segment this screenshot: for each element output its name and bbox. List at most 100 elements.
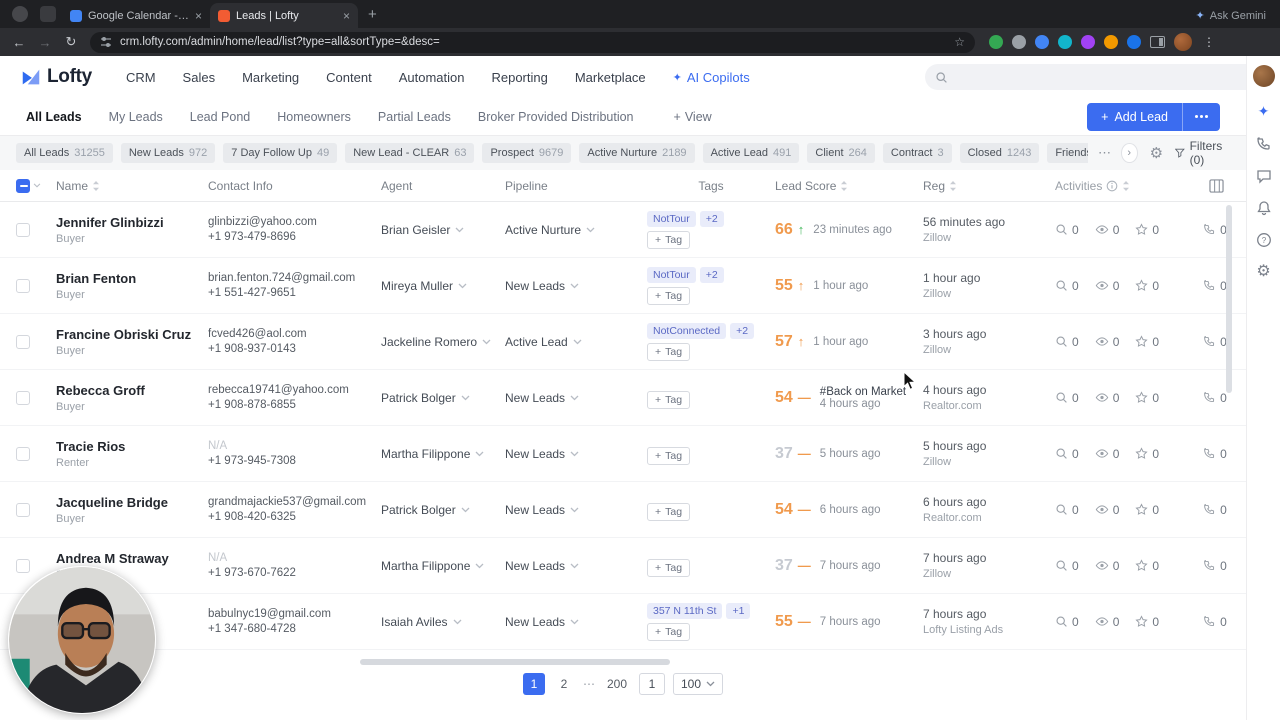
calls-counter[interactable]: 0 — [1203, 615, 1227, 629]
sort-icon[interactable] — [949, 180, 957, 192]
filter-chip[interactable]: New Lead - CLEAR 63 — [345, 143, 475, 163]
agent-select[interactable]: Patrick Bolger — [381, 391, 505, 405]
favorites-counter[interactable]: 0 — [1135, 615, 1159, 629]
tag-chip[interactable]: NotTour — [647, 266, 696, 283]
extension-icon[interactable] — [1012, 35, 1026, 49]
favorites-counter[interactable]: 0 — [1135, 223, 1159, 237]
ai-assistant-icon[interactable] — [1258, 103, 1270, 120]
add-view-button[interactable]: View — [674, 110, 712, 124]
favorites-counter[interactable]: 0 — [1135, 391, 1159, 405]
agent-select[interactable]: Patrick Bolger — [381, 503, 505, 517]
back-button[interactable]: ← — [8, 35, 30, 50]
filter-chip[interactable]: Prospect 9679 — [482, 143, 572, 163]
lead-email[interactable]: glinbizzi@yahoo.com — [208, 216, 381, 228]
table-row[interactable]: Jacqueline Bridge Buyer grandmajackie537… — [0, 482, 1246, 538]
column-header-contact[interactable]: Contact Info — [208, 179, 273, 193]
calls-counter[interactable]: 0 — [1203, 559, 1227, 573]
select-all-checkbox[interactable] — [16, 178, 30, 193]
filter-chip[interactable]: Active Nurture 2189 — [579, 143, 695, 163]
nav-item[interactable]: Reporting — [491, 70, 547, 85]
column-header-pipeline[interactable]: Pipeline — [505, 179, 548, 193]
column-header-name[interactable]: Name — [56, 179, 88, 193]
lead-email[interactable]: brian.fenton.724@gmail.com — [208, 272, 381, 284]
pipeline-select[interactable]: Active Nurture — [505, 223, 647, 237]
row-checkbox[interactable] — [16, 222, 30, 237]
page-ellipsis[interactable]: ⋯ — [583, 677, 595, 691]
calls-counter[interactable]: 0 — [1203, 279, 1227, 293]
lead-name[interactable]: Brian Fenton — [56, 271, 208, 286]
agent-select[interactable]: Brian Geisler — [381, 223, 505, 237]
views-counter[interactable]: 0 — [1095, 447, 1119, 461]
add-tag-button[interactable]: Tag — [647, 446, 691, 465]
browser-profile-avatar[interactable] — [1174, 33, 1192, 51]
help-icon[interactable]: ? — [1256, 232, 1272, 248]
extension-icon[interactable] — [1104, 35, 1118, 49]
pipeline-select[interactable]: New Leads — [505, 279, 647, 293]
chat-icon[interactable] — [1256, 168, 1272, 184]
filter-chip[interactable]: New Leads 972 — [120, 143, 216, 163]
sort-icon[interactable] — [92, 180, 100, 192]
agent-select[interactable]: Mireya Muller — [381, 279, 505, 293]
lead-name[interactable]: Jennifer Glinbizzi — [56, 215, 208, 230]
row-checkbox[interactable] — [16, 390, 30, 405]
table-row[interactable]: Andrea M Straway Renter N/A +1 973-670-7… — [0, 538, 1246, 594]
lead-email[interactable]: rebecca19741@yahoo.com — [208, 384, 381, 396]
pipeline-select[interactable]: New Leads — [505, 615, 647, 629]
lead-name[interactable]: Tracie Rios — [56, 439, 208, 454]
lead-phone[interactable]: +1 973-670-7622 — [208, 567, 381, 579]
table-row[interactable]: Tracie Rios Renter N/A +1 973-945-7308 M… — [0, 426, 1246, 482]
table-row[interactable]: babulnyc19@gmail.com +1 347-680-4728 Isa… — [0, 594, 1246, 650]
add-tag-button[interactable]: Tag — [647, 390, 691, 409]
lead-phone[interactable]: +1 973-945-7308 — [208, 455, 381, 467]
extension-icon[interactable] — [989, 35, 1003, 49]
page-button-last[interactable]: 200 — [603, 673, 631, 695]
add-tag-button[interactable]: Tag — [647, 230, 691, 249]
filter-chip[interactable]: Contract 3 — [882, 143, 952, 163]
close-tab-icon[interactable] — [195, 9, 202, 23]
view-tab[interactable]: Lead Pond — [190, 110, 250, 124]
filters-button[interactable]: Filters (0) — [1175, 139, 1230, 167]
page-button-2[interactable]: 2 — [553, 673, 575, 695]
add-tag-button[interactable]: Tag — [647, 502, 691, 521]
views-counter[interactable]: 0 — [1095, 559, 1119, 573]
vertical-scrollbar[interactable] — [1226, 205, 1232, 393]
pipeline-select[interactable]: New Leads — [505, 391, 647, 405]
searches-counter[interactable]: 0 — [1055, 503, 1079, 517]
filter-chip[interactable]: Client 264 — [807, 143, 875, 163]
tag-chip[interactable]: NotConnected — [647, 322, 727, 339]
calls-counter[interactable]: 0 — [1203, 447, 1227, 461]
nav-item[interactable]: CRM — [126, 70, 156, 85]
page-button-1[interactable]: 1 — [522, 673, 545, 695]
row-checkbox[interactable] — [16, 334, 30, 349]
nav-item-ai-copilots[interactable]: AI Copilots — [673, 70, 750, 85]
sort-icon[interactable] — [1122, 180, 1130, 192]
browser-tab-calendar[interactable]: Google Calendar - Week of 9 — [62, 3, 210, 28]
view-tab[interactable]: Broker Provided Distribution — [478, 110, 634, 124]
tag-extra-chip[interactable]: +2 — [730, 322, 755, 339]
table-row[interactable]: Jennifer Glinbizzi Buyer glinbizzi@yahoo… — [0, 202, 1246, 258]
favorites-counter[interactable]: 0 — [1135, 447, 1159, 461]
sort-icon[interactable] — [840, 180, 848, 192]
column-header-activities[interactable]: Activities — [1055, 179, 1102, 193]
lead-email[interactable]: grandmajackie537@gmail.com — [208, 496, 381, 508]
scroll-next-button[interactable]: › — [1120, 143, 1138, 163]
searches-counter[interactable]: 0 — [1055, 279, 1079, 293]
lead-name[interactable]: Rebecca Groff — [56, 383, 208, 398]
reload-button[interactable]: ↻ — [60, 34, 82, 50]
views-counter[interactable]: 0 — [1095, 223, 1119, 237]
browser-tab-leads[interactable]: Leads | Lofty — [210, 3, 358, 28]
add-lead-button[interactable]: Add Lead — [1087, 102, 1182, 131]
favorites-counter[interactable]: 0 — [1135, 503, 1159, 517]
agent-select[interactable]: Martha Filippone — [381, 559, 505, 573]
search-input[interactable] — [954, 70, 1250, 84]
view-tab[interactable]: My Leads — [109, 110, 163, 124]
views-counter[interactable]: 0 — [1095, 503, 1119, 517]
bookmark-star-icon[interactable] — [954, 35, 965, 49]
agent-select[interactable]: Isaiah Aviles — [381, 615, 505, 629]
views-counter[interactable]: 0 — [1095, 335, 1119, 349]
apps-icon[interactable] — [40, 6, 56, 22]
searches-counter[interactable]: 0 — [1055, 615, 1079, 629]
lead-email[interactable]: N/A — [208, 440, 381, 452]
tag-chip[interactable]: 357 N 11th St — [647, 602, 723, 619]
searches-counter[interactable]: 0 — [1055, 559, 1079, 573]
